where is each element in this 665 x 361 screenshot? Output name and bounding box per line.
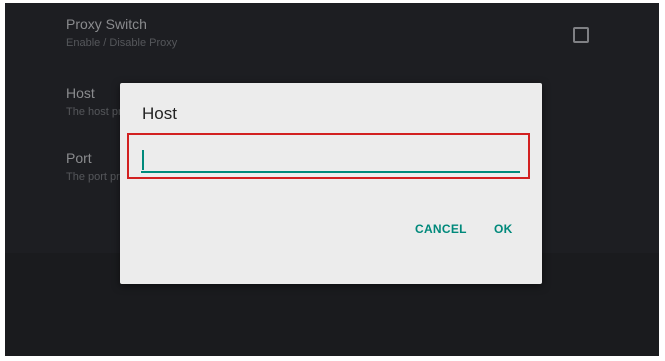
cancel-button[interactable]: CANCEL xyxy=(415,222,467,236)
dialog-title: Host xyxy=(142,104,177,123)
pref-proxy-switch[interactable]: Proxy Switch Enable / Disable Proxy xyxy=(5,9,617,65)
pref-title-port: Port xyxy=(66,150,92,166)
proxy-switch-checkbox[interactable] xyxy=(573,27,589,43)
ok-button[interactable]: OK xyxy=(494,222,513,236)
text-cursor xyxy=(142,150,144,170)
host-input[interactable] xyxy=(141,147,520,173)
pref-title-host: Host xyxy=(66,85,95,101)
pref-summary-proxy-switch: Enable / Disable Proxy xyxy=(66,37,178,49)
pref-title-proxy-switch: Proxy Switch xyxy=(66,16,147,32)
host-dialog: Host CANCEL OK xyxy=(120,83,542,284)
